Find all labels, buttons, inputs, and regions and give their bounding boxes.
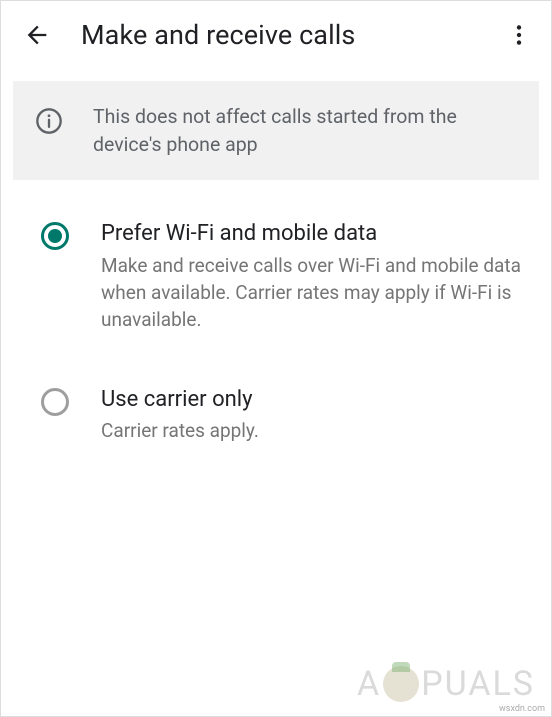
option-title: Prefer Wi-Fi and mobile data xyxy=(101,220,527,249)
more-vert-icon xyxy=(506,22,532,48)
info-banner-text: This does not affect calls started from … xyxy=(93,103,515,158)
source-label: wsxdn.com xyxy=(499,704,545,714)
option-prefer-wifi-mobile[interactable]: Prefer Wi-Fi and mobile data Make and re… xyxy=(41,220,527,334)
option-title: Use carrier only xyxy=(101,386,527,415)
arrow-back-icon xyxy=(23,21,51,49)
watermark-prefix: A xyxy=(357,664,381,704)
watermark-suffix: PUALS xyxy=(421,664,535,704)
back-button[interactable] xyxy=(15,13,59,57)
option-description: Make and receive calls over Wi-Fi and mo… xyxy=(101,253,527,334)
watermark: A PUALS xyxy=(357,664,535,704)
more-options-button[interactable] xyxy=(497,13,541,57)
radio-selected-icon xyxy=(41,222,69,250)
option-texts: Prefer Wi-Fi and mobile data Make and re… xyxy=(101,220,527,334)
radio-unselected-icon xyxy=(41,388,69,416)
option-texts: Use carrier only Carrier rates apply. xyxy=(101,386,527,446)
option-use-carrier-only[interactable]: Use carrier only Carrier rates apply. xyxy=(41,386,527,446)
options-list: Prefer Wi-Fi and mobile data Make and re… xyxy=(1,180,551,445)
app-bar: Make and receive calls xyxy=(1,1,551,69)
watermark-avatar-icon xyxy=(383,666,419,702)
info-banner: This does not affect calls started from … xyxy=(13,81,539,180)
page-title: Make and receive calls xyxy=(81,19,497,51)
info-icon xyxy=(35,107,63,139)
option-description: Carrier rates apply. xyxy=(101,418,527,445)
